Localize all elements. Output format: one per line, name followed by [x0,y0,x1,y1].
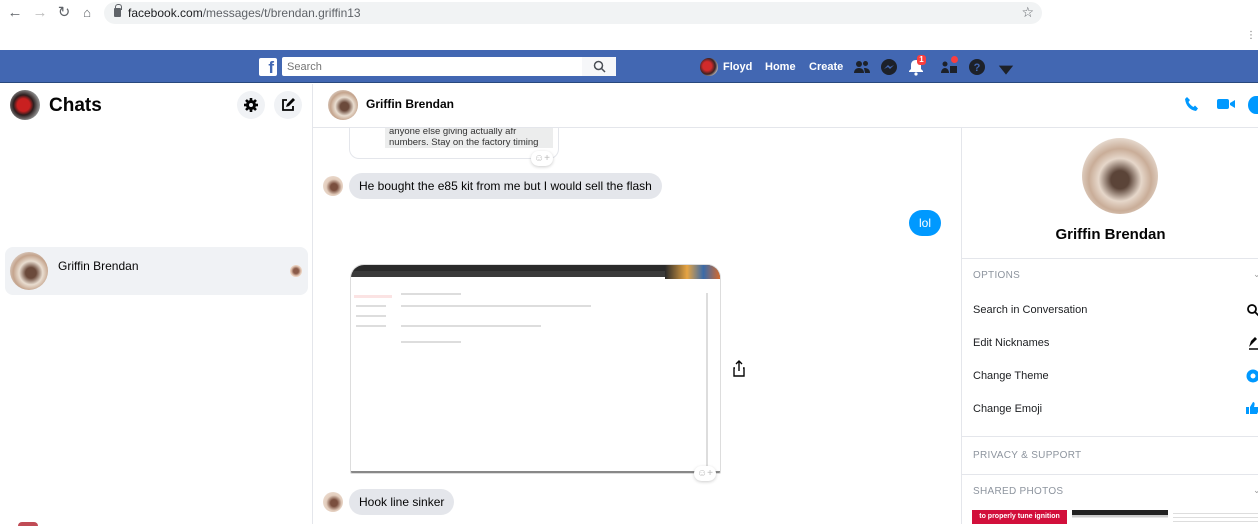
chat-list-panel: Chats Griffin Brendan [0,84,313,524]
image-detail [665,265,720,279]
user-name: Floyd [723,61,752,73]
image-scrollbar [706,293,708,468]
shared-photo-thumbnail[interactable] [1072,510,1168,524]
svg-text:?: ? [974,62,981,74]
image-detail [401,325,541,327]
image-detail [351,471,720,473]
url-text: facebook.com/messages/t/brendan.griffin1… [128,6,361,20]
add-reaction-icon[interactable]: ☺+ [694,466,716,481]
profile-link[interactable]: Floyd [700,58,752,76]
options-section-title[interactable]: OPTIONS [973,270,1020,281]
search-icon[interactable] [1246,303,1258,317]
new-message-button[interactable] [274,91,302,119]
image-detail [356,325,386,327]
image-detail [401,293,461,295]
notification-badge: 1 [917,55,926,65]
chevron-down-icon[interactable]: ⌄ [1253,485,1258,496]
message-bubble-mine[interactable]: lol [909,210,941,236]
share-icon [727,357,751,381]
settings-button[interactable] [237,91,265,119]
conversation-item[interactable]: Griffin Brendan [5,247,308,295]
contact-name[interactable]: Griffin Brendan [366,97,454,111]
search-button[interactable] [582,57,616,76]
message-bubble[interactable]: Hook line sinker [349,489,454,515]
privacy-section-title[interactable]: PRIVACY & SUPPORT [973,450,1081,461]
conversation-name: Griffin Brendan [58,259,139,273]
url-path: /messages/t/brendan.griffin13 [203,6,361,20]
contact-avatar [10,252,48,290]
thread-header: Griffin Brendan [313,84,1258,128]
contact-avatar[interactable] [328,90,358,120]
avatar [700,58,718,76]
forward-icon[interactable]: → [31,4,49,22]
browser-toolbar: ← → ↻ ⌂ facebook.com/messages/t/brendan.… [0,0,1258,50]
add-reaction-icon[interactable]: ☺+ [531,151,553,166]
quoted-line: numbers. Stay on the factory timing [389,137,553,148]
shared-photo-thumbnail[interactable]: to properly tune ignition [972,510,1067,524]
option-change-emoji[interactable]: Change Emoji [973,403,1042,415]
shared-photo-thumbnail[interactable] [1173,510,1258,524]
home-link[interactable]: Home [765,61,796,73]
phone-icon[interactable] [1184,96,1200,112]
friend-requests-button[interactable] [940,58,958,76]
create-link[interactable]: Create [809,61,843,73]
thumbs-up-icon[interactable] [1246,401,1258,415]
divider [962,258,1258,259]
image-detail [401,305,591,307]
conversation-info-panel: Griffin Brendan OPTIONS ⌄ Search in Conv… [961,128,1258,524]
photo-caption: to properly tune ignition [979,513,1060,520]
share-button[interactable] [727,357,751,381]
gear-icon [243,97,259,113]
image-attachment[interactable] [350,264,721,474]
back-icon[interactable]: ← [6,4,24,22]
chat-list-header: Chats [0,84,312,128]
chats-title: Chats [49,95,102,117]
lock-icon [114,8,121,17]
notifications-button[interactable]: 1 [907,58,925,76]
quoted-text: anyone else giving actually afr numbers.… [385,126,553,148]
account-menu-caret-icon[interactable] [997,62,1015,80]
divider [962,474,1258,475]
info-icon[interactable] [1248,96,1258,114]
shared-photos-section-title[interactable]: SHARED PHOTOS [973,486,1063,497]
contact-avatar-large [1082,138,1158,214]
friends-icon[interactable] [853,58,871,76]
option-edit-nicknames[interactable]: Edit Nicknames [973,337,1049,349]
contact-name: Griffin Brendan [962,226,1258,243]
new-indicator [951,56,958,63]
address-bar[interactable]: facebook.com/messages/t/brendan.griffin1… [104,2,1042,24]
facebook-top-bar: f Floyd Home Create 1 ? [0,50,1258,83]
video-call-icon[interactable] [1216,96,1236,112]
my-avatar[interactable] [10,90,40,120]
message-bubble[interactable]: He bought the e85 kit from me but I woul… [349,173,662,199]
search-icon [593,60,606,73]
bookmark-star-icon[interactable]: ☆ [1021,4,1034,21]
image-detail [354,295,392,298]
compose-icon [280,97,296,113]
image-detail [401,341,461,343]
option-change-theme[interactable]: Change Theme [973,370,1049,382]
theme-icon[interactable] [1246,369,1258,383]
sender-avatar [323,176,343,196]
facebook-search-input[interactable] [282,57,616,76]
help-icon[interactable]: ? [968,58,986,76]
facebook-logo[interactable]: f [259,58,277,76]
messenger-icon[interactable] [880,58,898,76]
option-search-in-conversation[interactable]: Search in Conversation [973,304,1087,316]
avatar [18,522,38,526]
image-detail [356,305,386,307]
sender-avatar [323,492,343,512]
pencil-icon[interactable] [1246,336,1258,350]
message-thread: anyone else giving actually afr numbers.… [313,84,961,524]
reload-icon[interactable]: ↻ [55,4,73,22]
divider [962,436,1258,437]
image-detail [356,315,386,317]
more-icon[interactable]: ⋮ [1246,30,1256,41]
url-host: facebook.com [128,6,203,20]
home-icon[interactable]: ⌂ [78,4,96,22]
chevron-down-icon[interactable]: ⌄ [1253,269,1258,280]
read-receipt-avatar [290,265,302,277]
